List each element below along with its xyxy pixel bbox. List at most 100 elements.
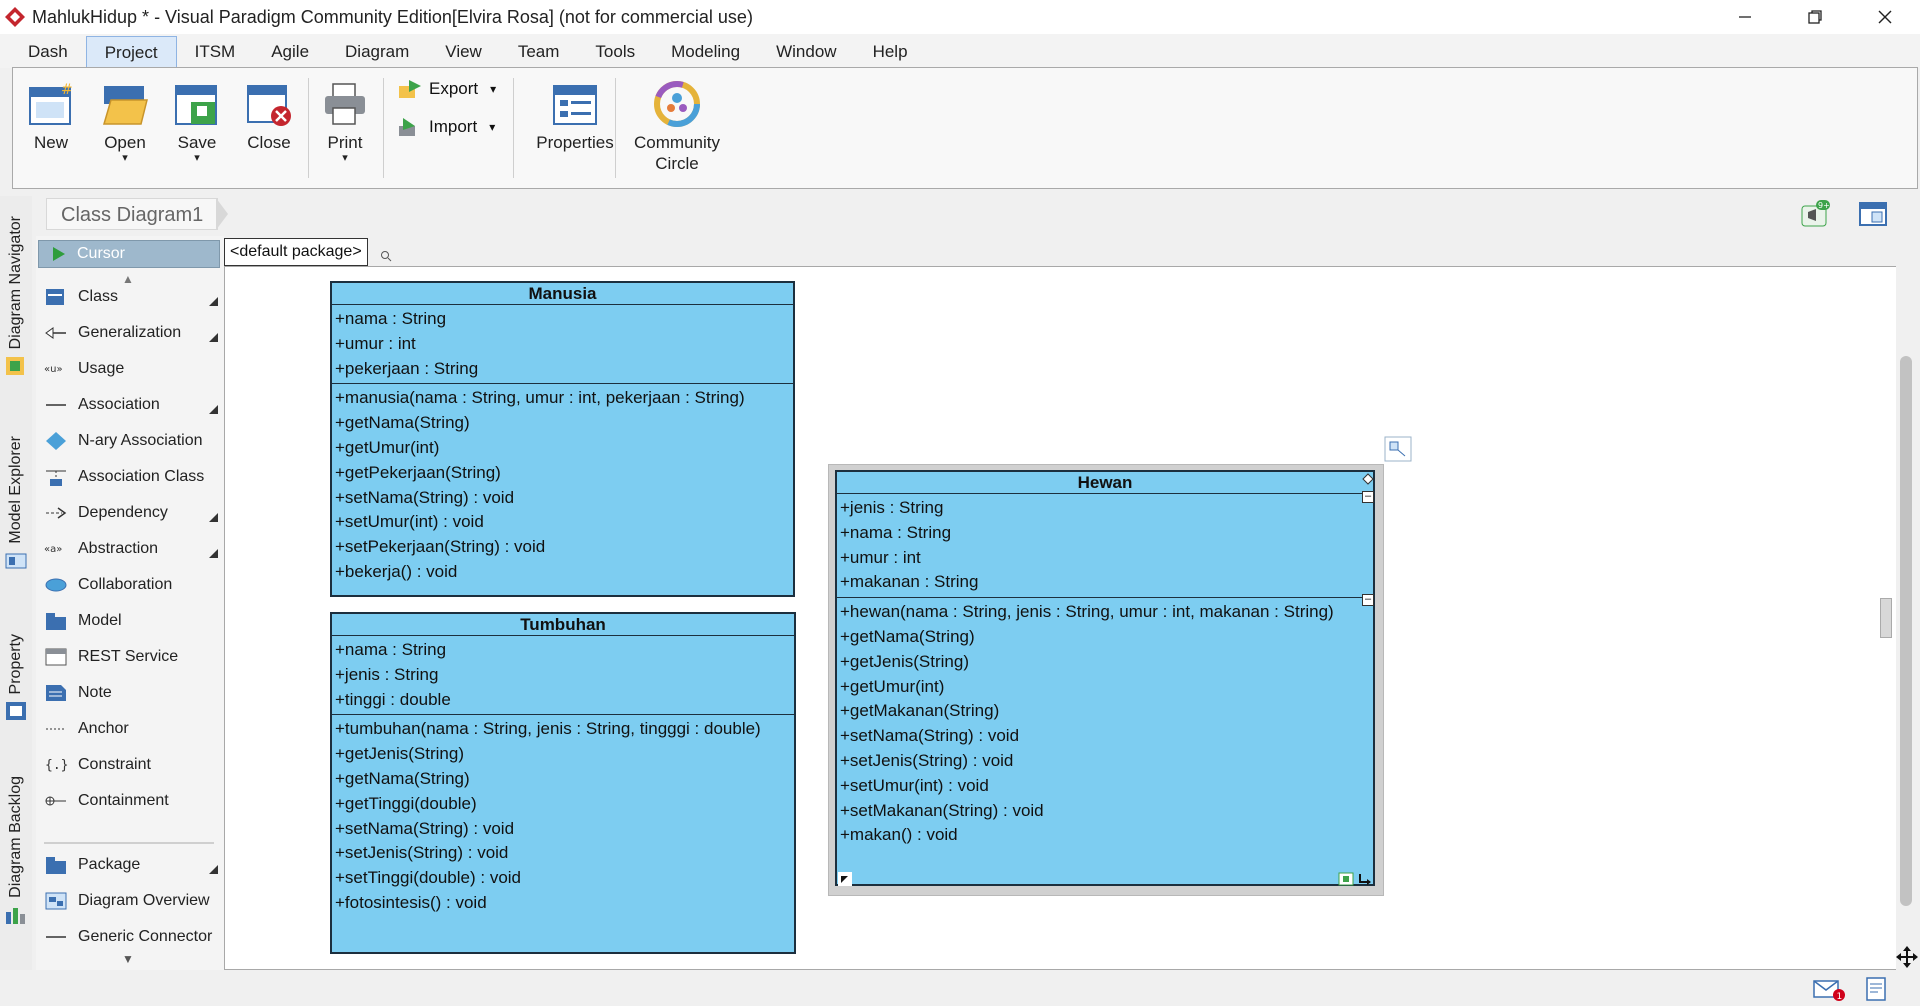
operation-row[interactable]: +setTinggi(double) : void bbox=[335, 866, 791, 891]
menu-dash[interactable]: Dash bbox=[10, 36, 86, 68]
operation-row[interactable]: +bekerja() : void bbox=[335, 560, 790, 585]
palette-scroll-down-icon[interactable]: ▼ bbox=[122, 952, 134, 966]
menu-team[interactable]: Team bbox=[500, 36, 578, 68]
layout-icon[interactable] bbox=[1858, 200, 1888, 228]
attribute-row[interactable]: +pekerjaan : String bbox=[335, 357, 790, 382]
operation-row[interactable]: +getPekerjaan(String) bbox=[335, 461, 790, 486]
operation-row[interactable]: +tumbuhan(nama : String, jenis : String,… bbox=[335, 717, 791, 742]
attribute-row[interactable]: +tinggi : double bbox=[335, 688, 791, 713]
connector-handle-icon[interactable] bbox=[1358, 872, 1372, 886]
menu-view[interactable]: View bbox=[427, 36, 500, 68]
community-circle-button[interactable]: Community Circle bbox=[621, 80, 733, 174]
palette-item-containment[interactable]: Containment bbox=[44, 786, 220, 816]
submenu-triangle-icon[interactable] bbox=[209, 865, 218, 874]
palette-item-constraint[interactable]: {.} Constraint bbox=[44, 750, 220, 780]
embed-icon[interactable] bbox=[1338, 872, 1354, 886]
properties-button[interactable]: Properties bbox=[523, 80, 627, 153]
palette-item-usage[interactable]: «u» Usage bbox=[44, 354, 220, 384]
print-button[interactable]: Print ▾ bbox=[319, 80, 371, 164]
operation-row[interactable]: +fotosintesis() : void bbox=[335, 891, 791, 916]
palette-item-association-class[interactable]: Association Class bbox=[44, 462, 220, 492]
operation-row[interactable]: +setNama(String) : void bbox=[335, 817, 791, 842]
search-icon[interactable] bbox=[380, 250, 392, 262]
notification-icon[interactable]: 9+ bbox=[1800, 200, 1830, 228]
operation-row[interactable]: +setNama(String) : void bbox=[840, 724, 1370, 749]
palette-item-abstraction[interactable]: «a» Abstraction bbox=[44, 534, 220, 564]
tab-model-explorer[interactable]: Model Explorer bbox=[2, 436, 30, 572]
package-tab[interactable]: <default package> bbox=[224, 238, 368, 266]
palette-item-diagram-overview[interactable]: Diagram Overview bbox=[44, 886, 220, 916]
breadcrumb[interactable]: Class Diagram1 bbox=[46, 198, 219, 230]
tab-diagram-navigator[interactable]: Diagram Navigator bbox=[2, 216, 30, 377]
palette-item-dependency[interactable]: Dependency bbox=[44, 498, 220, 528]
operation-row[interactable]: +makan() : void bbox=[840, 823, 1370, 848]
cursor-tool[interactable]: Cursor bbox=[38, 240, 220, 268]
operation-row[interactable]: +setPekerjaan(String) : void bbox=[335, 535, 790, 560]
class-tumbuhan[interactable]: Tumbuhan +nama : String +jenis : String +t… bbox=[330, 612, 796, 954]
operation-row[interactable]: +manusia(nama : String, umur : int, peke… bbox=[335, 386, 790, 411]
menu-modeling[interactable]: Modeling bbox=[653, 36, 758, 68]
operation-row[interactable]: +getNama(String) bbox=[335, 411, 790, 436]
new-button[interactable]: # New bbox=[25, 80, 77, 153]
menu-window[interactable]: Window bbox=[758, 36, 854, 68]
shortcut-arrow-icon[interactable] bbox=[838, 872, 852, 886]
operation-row[interactable]: +getMakanan(String) bbox=[840, 699, 1370, 724]
menu-help[interactable]: Help bbox=[855, 36, 926, 68]
menu-itsm[interactable]: ITSM bbox=[177, 36, 254, 68]
splitter-handle[interactable] bbox=[1880, 598, 1892, 638]
menu-tools[interactable]: Tools bbox=[577, 36, 653, 68]
attribute-row[interactable]: +umur : int bbox=[840, 546, 1370, 571]
palette-item-generic-connector[interactable]: Generic Connector bbox=[44, 922, 220, 952]
palette-item-note[interactable]: Note bbox=[44, 678, 220, 708]
attribute-row[interactable]: +makanan : String bbox=[840, 570, 1370, 595]
menu-project[interactable]: Project bbox=[85, 36, 177, 68]
open-dropdown-icon[interactable]: ▾ bbox=[122, 151, 128, 164]
palette-item-n-ary-association[interactable]: N-ary Association bbox=[44, 426, 220, 456]
operation-row[interactable]: +setUmur(int) : void bbox=[335, 510, 790, 535]
operation-row[interactable]: +getTinggi(double) bbox=[335, 792, 791, 817]
submenu-triangle-icon[interactable] bbox=[209, 405, 218, 414]
submenu-triangle-icon[interactable] bbox=[209, 549, 218, 558]
attribute-row[interactable]: +nama : String bbox=[840, 521, 1370, 546]
operation-row[interactable]: +hewan(nama : String, jenis : String, um… bbox=[840, 600, 1370, 625]
import-button[interactable]: Import ▾ bbox=[397, 116, 495, 138]
palette-item-generalization[interactable]: Generalization bbox=[44, 318, 220, 348]
import-dropdown-icon[interactable]: ▾ bbox=[489, 120, 495, 134]
export-dropdown-icon[interactable]: ▾ bbox=[490, 82, 496, 96]
attribute-row[interactable]: +nama : String bbox=[335, 638, 791, 663]
mail-icon[interactable]: 1 bbox=[1812, 978, 1846, 1002]
operation-row[interactable]: +setUmur(int) : void bbox=[840, 774, 1370, 799]
class-hewan[interactable]: Hewan +jenis : String +nama : String +umur… bbox=[835, 470, 1375, 886]
palette-item-collaboration[interactable]: Collaboration bbox=[44, 570, 220, 600]
menu-agile[interactable]: Agile bbox=[253, 36, 327, 68]
save-button[interactable]: Save ▾ bbox=[171, 80, 223, 164]
attribute-row[interactable]: +jenis : String bbox=[840, 496, 1370, 521]
attribute-row[interactable]: +nama : String bbox=[335, 307, 790, 332]
operation-row[interactable]: +setNama(String) : void bbox=[335, 486, 790, 511]
operation-row[interactable]: +getNama(String) bbox=[840, 625, 1370, 650]
close-button[interactable]: Close bbox=[243, 80, 295, 153]
vertical-scrollbar[interactable] bbox=[1896, 266, 1920, 970]
palette-item-association[interactable]: Association bbox=[44, 390, 220, 420]
operation-row[interactable]: +getUmur(int) bbox=[840, 675, 1370, 700]
print-dropdown-icon[interactable]: ▾ bbox=[342, 151, 348, 164]
restore-button[interactable] bbox=[1780, 0, 1850, 34]
tab-property[interactable]: Property bbox=[2, 634, 30, 722]
attribute-row[interactable]: +jenis : String bbox=[335, 663, 791, 688]
resource-catalog-icon[interactable] bbox=[1384, 436, 1412, 462]
operation-row[interactable]: +getJenis(String) bbox=[840, 650, 1370, 675]
class-manusia[interactable]: Manusia +nama : String +umur : int +pekerj… bbox=[330, 281, 795, 597]
operation-row[interactable]: +setJenis(String) : void bbox=[335, 841, 791, 866]
palette-item-model[interactable]: Model bbox=[44, 606, 220, 636]
resize-handle-icon[interactable] bbox=[1362, 473, 1374, 485]
menu-diagram[interactable]: Diagram bbox=[327, 36, 427, 68]
palette-item-package[interactable]: Package bbox=[44, 850, 220, 880]
submenu-triangle-icon[interactable] bbox=[209, 297, 218, 306]
operation-row[interactable]: +setMakanan(String) : void bbox=[840, 799, 1370, 824]
scrollbar-thumb[interactable] bbox=[1900, 356, 1912, 906]
minimize-button[interactable] bbox=[1710, 0, 1780, 34]
submenu-triangle-icon[interactable] bbox=[209, 333, 218, 342]
operation-row[interactable]: +getNama(String) bbox=[335, 767, 791, 792]
operation-row[interactable]: +getUmur(int) bbox=[335, 436, 790, 461]
tab-diagram-backlog[interactable]: Diagram Backlog bbox=[2, 776, 30, 926]
